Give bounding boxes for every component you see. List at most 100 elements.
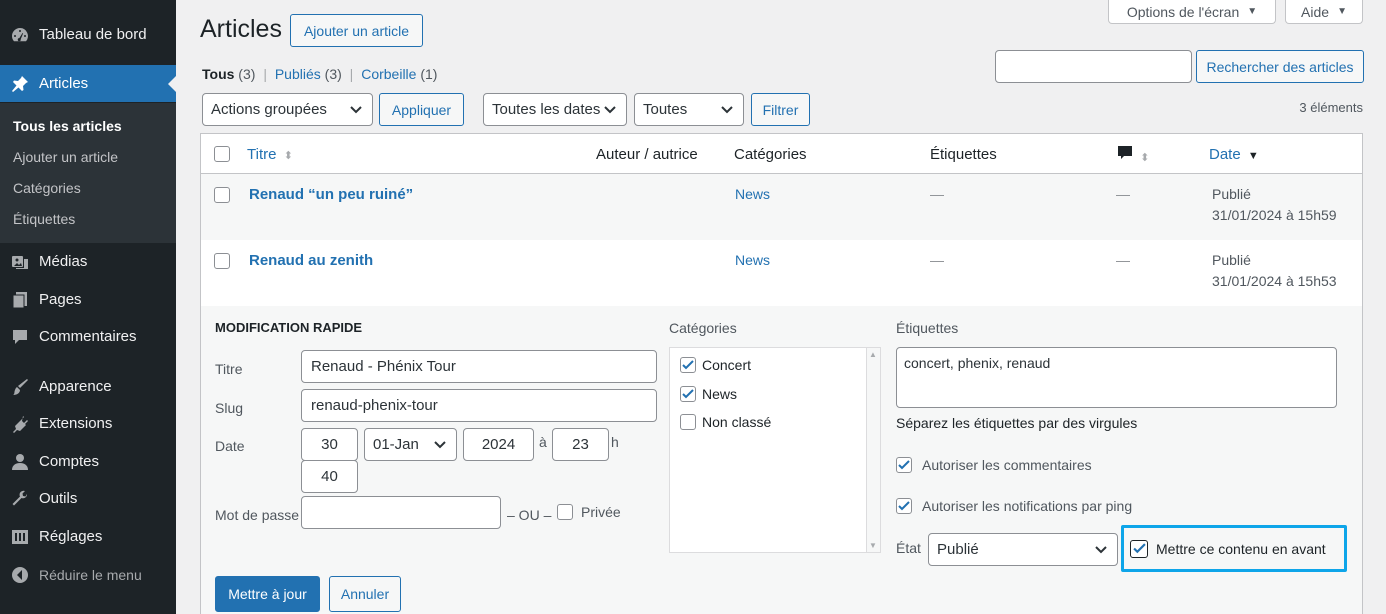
row-checkbox[interactable] xyxy=(214,187,230,203)
screen-options-button[interactable]: Options de l'écran ▼ xyxy=(1108,0,1276,24)
category-checkbox[interactable] xyxy=(680,414,696,430)
submenu-all-articles[interactable]: Tous les articles xyxy=(13,118,122,134)
search-input[interactable] xyxy=(995,50,1192,83)
article-title-link[interactable]: Renaud “un peu ruiné” xyxy=(249,186,413,203)
update-button[interactable]: Mettre à jour xyxy=(215,576,320,612)
menu-users[interactable]: Comptes xyxy=(0,443,176,480)
menu-plugins-label: Extensions xyxy=(39,415,113,432)
filter-trash[interactable]: Corbeille xyxy=(361,66,416,82)
menu-appearance[interactable]: Apparence xyxy=(0,368,176,405)
categories-scrollbar[interactable]: ▲ ▼ xyxy=(866,348,880,552)
status-select[interactable]: Publié xyxy=(928,533,1118,566)
quick-edit-panel: Modification rapide Titre Renaud - Phéni… xyxy=(201,306,1362,614)
screen-options-label: Options de l'écran xyxy=(1126,3,1240,20)
menu-comments[interactable]: Commentaires xyxy=(0,318,176,355)
help-button[interactable]: Aide ▼ xyxy=(1285,0,1363,24)
menu-users-label: Comptes xyxy=(39,453,100,470)
categories-checklist: Concert News Non classé ▲ ▼ xyxy=(669,347,881,553)
dates-filter-select[interactable]: Toutes les dates xyxy=(483,93,627,126)
sticky-checkbox[interactable] xyxy=(1130,539,1148,558)
chevron-down-icon xyxy=(350,105,362,113)
quick-edit-heading: Modification rapide xyxy=(215,320,363,335)
minute-input[interactable]: 40 xyxy=(301,460,358,493)
category-link[interactable]: News xyxy=(735,252,770,268)
column-date[interactable]: Date ▼ xyxy=(1209,146,1259,163)
menu-tools[interactable]: Outils xyxy=(0,480,176,517)
category-label: News xyxy=(702,386,738,402)
category-concert[interactable]: Concert xyxy=(680,357,751,373)
private-option[interactable]: Privée xyxy=(557,504,621,520)
menu-pages[interactable]: Pages xyxy=(0,281,176,318)
row-checkbox[interactable] xyxy=(214,253,230,269)
search-articles-button[interactable]: Rechercher des articles xyxy=(1196,50,1364,83)
sticky-option-highlight[interactable]: Mettre ce contenu en avant xyxy=(1121,525,1347,572)
category-filter-select[interactable]: Toutes xyxy=(634,93,744,126)
filter-published[interactable]: Publiés xyxy=(275,66,321,82)
bulk-actions-select[interactable]: Actions groupées xyxy=(202,93,373,126)
menu-dashboard[interactable]: Tableau de bord xyxy=(0,16,176,53)
chevron-down-icon xyxy=(434,440,446,448)
day-input[interactable]: 30 xyxy=(301,428,358,461)
allow-pings-option[interactable]: Autoriser les notifications par ping xyxy=(896,498,1132,514)
dashboard-icon xyxy=(10,25,30,45)
month-select[interactable]: 01-Jan xyxy=(364,428,457,461)
add-article-button[interactable]: Ajouter un article xyxy=(290,14,423,47)
menu-settings[interactable]: Réglages xyxy=(0,518,176,555)
submenu-categories[interactable]: Catégories xyxy=(13,180,81,196)
tags-textarea[interactable]: concert, phenix, renaud xyxy=(896,347,1337,408)
filter-all[interactable]: Tous xyxy=(202,66,234,82)
category-label: Non classé xyxy=(702,414,772,430)
table-row: Renaud “un peu ruiné” News — — Publié 31… xyxy=(201,174,1362,240)
tags-hint: Séparez les étiquettes par des virgules xyxy=(896,415,1138,431)
menu-media-label: Médias xyxy=(39,253,88,270)
page-title: Articles xyxy=(200,15,282,43)
allow-comments-checkbox[interactable] xyxy=(896,457,912,473)
collapse-menu[interactable]: Réduire le menu xyxy=(0,556,176,593)
menu-articles[interactable]: Articles xyxy=(0,65,176,102)
at-label: à xyxy=(539,434,547,450)
allow-pings-checkbox[interactable] xyxy=(896,498,912,514)
apply-button[interactable]: Appliquer xyxy=(379,93,464,126)
comment-icon xyxy=(1118,146,1132,159)
column-tags: Étiquettes xyxy=(930,146,997,163)
checkmark-icon xyxy=(682,389,694,399)
allow-comments-option[interactable]: Autoriser les commentaires xyxy=(896,457,1092,473)
hour-input[interactable]: 23 xyxy=(552,428,609,461)
category-filter-value: Toutes xyxy=(643,101,688,118)
category-link[interactable]: News xyxy=(735,186,770,202)
slug-input[interactable]: renaud-phenix-tour xyxy=(301,389,657,422)
menu-comments-label: Commentaires xyxy=(39,328,137,345)
filter-button[interactable]: Filtrer xyxy=(751,93,810,126)
menu-media[interactable]: Médias xyxy=(0,243,176,280)
article-title-link[interactable]: Renaud au zenith xyxy=(249,252,373,269)
column-comments[interactable]: ⬍ xyxy=(1117,145,1149,165)
category-news[interactable]: News xyxy=(680,386,737,402)
scroll-down-icon: ▼ xyxy=(869,541,877,550)
categories-label: Catégories xyxy=(669,320,737,336)
category-checkbox[interactable] xyxy=(680,357,696,373)
menu-plugins[interactable]: Extensions xyxy=(0,405,176,442)
h-label: h xyxy=(611,434,619,450)
checkmark-icon xyxy=(1132,543,1146,554)
status-value: Publié xyxy=(1212,186,1251,202)
private-checkbox[interactable] xyxy=(557,504,573,520)
submenu-tags[interactable]: Étiquettes xyxy=(13,211,75,227)
year-input[interactable]: 2024 xyxy=(463,428,534,461)
items-count: 3 éléments xyxy=(1299,100,1363,115)
password-input[interactable] xyxy=(301,496,501,529)
collapse-icon xyxy=(10,565,30,585)
column-title[interactable]: Titre ⬍ xyxy=(247,146,293,163)
filter-all-count: (3) xyxy=(238,66,256,82)
category-checkbox[interactable] xyxy=(680,386,696,402)
select-all-checkbox[interactable] xyxy=(214,146,230,162)
month-value: 01-Jan xyxy=(373,436,419,453)
status-value: Publié xyxy=(937,541,979,558)
pages-icon xyxy=(10,290,30,310)
title-input[interactable]: Renaud - Phénix Tour xyxy=(301,350,657,383)
scroll-up-icon: ▲ xyxy=(869,350,877,359)
submenu-add-article[interactable]: Ajouter un article xyxy=(13,149,118,165)
separator: | xyxy=(349,66,354,82)
cancel-button[interactable]: Annuler xyxy=(329,576,401,612)
status-value: Publié xyxy=(1212,252,1251,268)
category-uncategorized[interactable]: Non classé xyxy=(680,414,771,430)
